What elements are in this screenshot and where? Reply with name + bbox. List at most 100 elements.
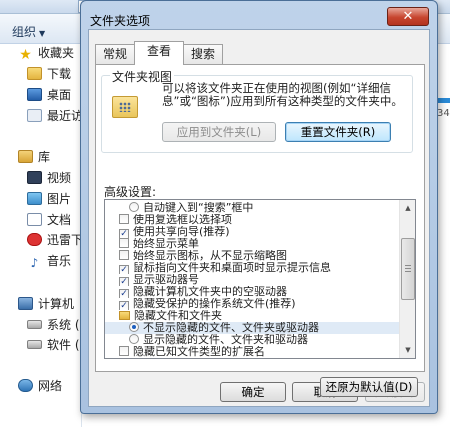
capacity-bar bbox=[437, 98, 450, 103]
setting-label: 鼠标指向文件夹和桌面项时显示提示信息 bbox=[133, 262, 331, 274]
radio-button[interactable] bbox=[129, 202, 139, 212]
nav-item-xunlei[interactable]: 迅雷下 bbox=[27, 230, 83, 250]
setting-label: 使用共享向导(推荐) bbox=[133, 226, 230, 238]
folder-view-icon bbox=[112, 96, 138, 118]
nav-item-label: 迅雷下 bbox=[47, 233, 84, 247]
radio-button[interactable] bbox=[129, 322, 139, 332]
close-button[interactable]: ✕ bbox=[387, 7, 429, 26]
advanced-settings-label: 高级设置: bbox=[104, 185, 157, 199]
chevron-down-icon: ▼ bbox=[39, 29, 46, 38]
nav-item-label: 下载 bbox=[47, 67, 72, 81]
nav-item-music[interactable]: ♪ 音乐 bbox=[27, 251, 71, 271]
reset-folders-button[interactable]: 重置文件夹(R) bbox=[285, 122, 391, 142]
downloads-folder-icon bbox=[27, 67, 42, 80]
checkbox[interactable] bbox=[119, 250, 129, 260]
scroll-up-arrow-icon[interactable]: ▲ bbox=[402, 201, 414, 215]
dialog-body: 常规 查看 搜索 文件夹视图 可以将该文件夹正在使用的视图(例如“详细信息”或“图标… bbox=[88, 29, 430, 407]
desktop-icon bbox=[27, 88, 42, 101]
setting-row[interactable]: 隐藏文件和文件夹 bbox=[105, 310, 400, 322]
drive-icon bbox=[27, 340, 42, 349]
setting-row[interactable]: 自动键入到“搜索”框中 bbox=[105, 202, 400, 214]
organize-menu-button[interactable]: 组织 ▼ bbox=[12, 23, 45, 40]
setting-label: 显示驱动器号 bbox=[133, 274, 199, 286]
setting-label: 使用复选框以选择项 bbox=[133, 214, 232, 226]
nav-item-videos[interactable]: 视频 bbox=[27, 168, 71, 188]
tab-general[interactable]: 常规 bbox=[95, 44, 135, 64]
folder-icon bbox=[119, 311, 130, 320]
picture-icon bbox=[27, 192, 42, 205]
setting-label: 不显示隐藏的文件、文件夹或驱动器 bbox=[143, 322, 319, 334]
folder-views-description: 可以将该文件夹正在使用的视图(例如“详细信息”或“图标”)应用到所有这种类型的文… bbox=[162, 81, 403, 108]
setting-row[interactable]: 显示隐藏的文件、文件夹和驱动器 bbox=[105, 334, 400, 346]
setting-row[interactable]: 隐藏计算机文件夹中的空驱动器 bbox=[105, 286, 400, 298]
grip-icon bbox=[405, 265, 411, 272]
nav-item-network[interactable]: 网络 bbox=[18, 376, 62, 396]
checkbox[interactable] bbox=[119, 238, 129, 248]
checkbox[interactable] bbox=[119, 229, 129, 238]
dialog-title: 文件夹选项 bbox=[90, 14, 151, 28]
drive-icon bbox=[27, 320, 42, 329]
nav-item-downloads[interactable]: 下载 bbox=[27, 64, 71, 84]
nav-item-label: 视频 bbox=[47, 171, 72, 185]
nav-item-computer[interactable]: 计算机 bbox=[18, 294, 74, 314]
recent-places-icon bbox=[27, 109, 42, 122]
checkbox[interactable] bbox=[119, 277, 129, 286]
checkbox[interactable] bbox=[119, 289, 129, 298]
document-icon bbox=[27, 213, 42, 226]
nav-item-system-drive[interactable]: 系统 (C bbox=[27, 315, 88, 335]
setting-row[interactable]: 隐藏已知文件类型的扩展名 bbox=[105, 346, 400, 358]
nav-item-documents[interactable]: 文档 bbox=[27, 210, 71, 230]
organize-label: 组织 bbox=[12, 25, 37, 39]
setting-label: 始终显示图标，从不显示缩略图 bbox=[133, 250, 287, 262]
radio-button[interactable] bbox=[129, 334, 139, 344]
apply-to-folders-button[interactable]: 应用到文件夹(L) bbox=[162, 122, 276, 142]
setting-label: 隐藏已知文件类型的扩展名 bbox=[133, 346, 265, 358]
tab-search[interactable]: 搜索 bbox=[183, 44, 223, 64]
nav-item-desktop[interactable]: 桌面 bbox=[27, 85, 71, 105]
file-list-edge: 345 bbox=[437, 78, 450, 119]
setting-row[interactable]: 始终显示菜单 bbox=[105, 238, 400, 250]
checkbox[interactable] bbox=[119, 214, 129, 224]
checkbox[interactable] bbox=[119, 265, 129, 274]
xunlei-download-icon bbox=[27, 233, 42, 246]
computer-icon bbox=[18, 297, 33, 310]
nav-item-label: 图片 bbox=[47, 192, 72, 206]
nav-item-label: 库 bbox=[38, 150, 51, 164]
folder-options-dialog: 文件夹选项 ✕ 常规 查看 搜索 文件夹视图 可以将该文件夹正在使用的视图(例如“详… bbox=[80, 0, 438, 414]
setting-label: 隐藏计算机文件夹中的空驱动器 bbox=[133, 286, 287, 298]
restore-defaults-button[interactable]: 还原为默认值(D) bbox=[320, 377, 418, 397]
advanced-settings-list[interactable]: 自动键入到“搜索”框中使用复选框以选择项使用共享向导(推荐)始终显示菜单始终显示… bbox=[104, 199, 416, 359]
nav-item-libraries[interactable]: 库 bbox=[18, 147, 50, 167]
setting-label: 隐藏受保护的操作系统文件(推荐) bbox=[133, 298, 296, 310]
setting-row[interactable]: 使用复选框以选择项 bbox=[105, 214, 400, 226]
nav-item-label: 桌面 bbox=[47, 88, 72, 102]
ok-button[interactable]: 确定 bbox=[220, 382, 286, 402]
scroll-down-arrow-icon[interactable]: ▼ bbox=[402, 343, 414, 357]
folder-views-group: 文件夹视图 可以将该文件夹正在使用的视图(例如“详细信息”或“图标”)应用到所有… bbox=[101, 68, 413, 153]
file-list-number: 345 bbox=[437, 108, 450, 119]
video-icon bbox=[27, 171, 42, 184]
nav-item-favorites[interactable]: ★ 收藏夹 bbox=[18, 43, 74, 63]
setting-label: 显示隐藏的文件、文件夹和驱动器 bbox=[143, 334, 308, 346]
setting-row[interactable]: 不显示隐藏的文件、文件夹或驱动器 bbox=[105, 322, 400, 334]
view-tab-panel: 文件夹视图 可以将该文件夹正在使用的视图(例如“详细信息”或“图标”)应用到所有… bbox=[95, 64, 425, 397]
nav-item-label: 网络 bbox=[38, 379, 63, 393]
setting-row[interactable]: 鼠标指向文件夹和桌面项时显示提示信息 bbox=[105, 262, 400, 274]
scrollbar-thumb[interactable] bbox=[401, 238, 415, 300]
setting-row[interactable]: 使用共享向导(推荐) bbox=[105, 226, 400, 238]
nav-item-recent[interactable]: 最近访 bbox=[27, 106, 83, 126]
vertical-scrollbar[interactable]: ▲ ▼ bbox=[399, 200, 415, 358]
nav-item-pictures[interactable]: 图片 bbox=[27, 189, 71, 209]
close-icon: ✕ bbox=[402, 9, 414, 24]
setting-row[interactable]: 始终显示图标，从不显示缩略图 bbox=[105, 250, 400, 262]
setting-row[interactable]: 显示驱动器号 bbox=[105, 274, 400, 286]
checkbox[interactable] bbox=[119, 346, 129, 356]
checkbox[interactable] bbox=[119, 301, 129, 310]
nav-item-label: 最近访 bbox=[47, 109, 84, 123]
setting-row[interactable]: 隐藏受保护的操作系统文件(推荐) bbox=[105, 298, 400, 310]
nav-item-label: 音乐 bbox=[47, 254, 72, 268]
tab-view[interactable]: 查看 bbox=[134, 41, 184, 65]
nav-item-label: 文档 bbox=[47, 213, 72, 227]
navigation-pane: ★ 收藏夹 下载 桌面 最近访库视频 图片 文档 迅雷下 ♪ 音乐 计算机 系统 (C 软件 (D 网络 bbox=[0, 43, 89, 427]
music-icon: ♪ bbox=[30, 256, 39, 270]
